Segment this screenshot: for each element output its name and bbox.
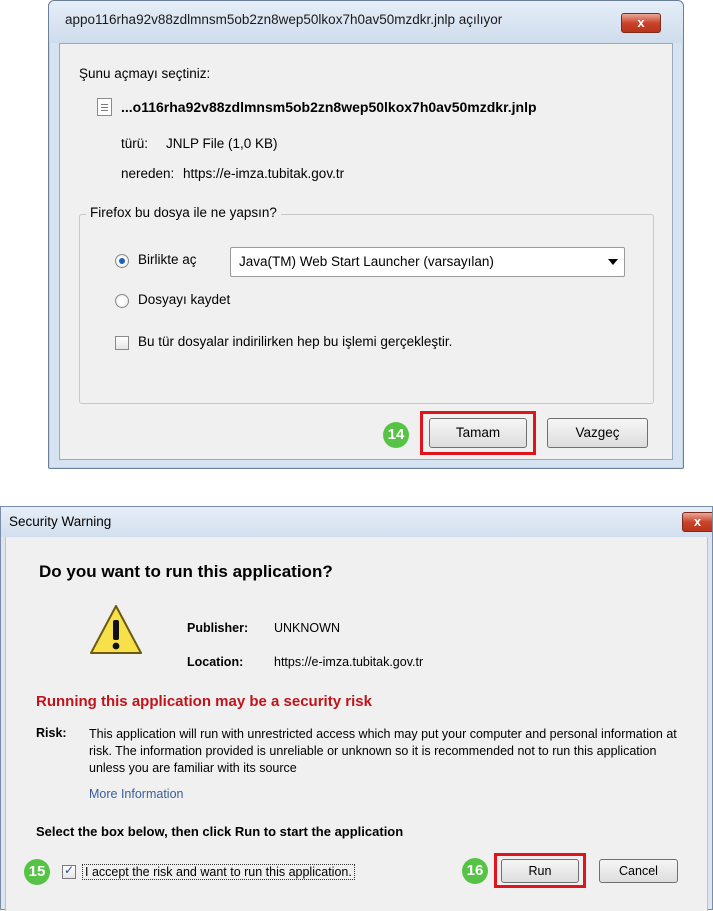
file-source-label: nereden: xyxy=(121,166,175,181)
dialog-body: Şunu açmayı seçtiniz: ...o116rha92v88zdl… xyxy=(59,43,673,460)
dialog-titlebar[interactable]: appo116rha92v88zdlmnsm5ob2zn8wep50lkox7h… xyxy=(49,1,683,43)
risk-heading: Running this application may be a securi… xyxy=(36,693,372,710)
application-select-value: Java(TM) Web Start Launcher (varsayılan) xyxy=(239,254,494,269)
run-button[interactable]: Run xyxy=(501,859,579,883)
location-value: https://e-imza.tubitak.gov.tr xyxy=(274,655,424,669)
save-file-label[interactable]: Dosyayı kaydet xyxy=(138,292,230,307)
step-badge-14: 14 xyxy=(383,422,409,448)
open-with-radio[interactable] xyxy=(115,254,129,268)
file-source-value: https://e-imza.tubitak.gov.tr xyxy=(183,166,345,181)
close-icon: x xyxy=(693,514,702,529)
dropdown-arrow-icon xyxy=(608,259,618,265)
cancel-button[interactable]: Vazgeç xyxy=(547,418,648,448)
close-button[interactable]: x xyxy=(621,13,661,33)
application-select[interactable]: Java(TM) Web Start Launcher (varsayılan) xyxy=(230,247,625,277)
close-button[interactable]: x xyxy=(682,512,712,532)
security-warning-dialog: Security Warning x Do you want to run th… xyxy=(0,506,713,911)
step-badge-15: 15 xyxy=(24,859,50,885)
dialog-titlebar[interactable]: Security Warning x xyxy=(1,507,712,537)
warning-icon xyxy=(90,605,142,654)
location-label: Location: xyxy=(187,655,244,669)
groupbox-title: Firefox bu dosya ile ne yapsın? xyxy=(86,205,281,220)
run-instruction: Select the box below, then click Run to … xyxy=(36,824,404,839)
open-prompt: Şunu açmayı seçtiniz: xyxy=(79,66,211,81)
risk-description: This application will run with unrestric… xyxy=(89,727,677,775)
action-groupbox xyxy=(79,214,654,404)
more-information-link[interactable]: More Information xyxy=(89,787,183,801)
file-name: ...o116rha92v88zdlmnsm5ob2zn8wep50lkox7h… xyxy=(121,99,537,115)
firefox-open-dialog: appo116rha92v88zdlmnsm5ob2zn8wep50lkox7h… xyxy=(48,0,684,469)
open-with-label[interactable]: Birlikte aç xyxy=(138,252,197,267)
publisher-label: Publisher: xyxy=(187,621,249,635)
file-type-value: JNLP File (1,0 KB) xyxy=(166,136,278,151)
ok-button[interactable]: Tamam xyxy=(429,418,527,448)
always-do-checkbox[interactable] xyxy=(115,336,129,350)
always-do-label[interactable]: Bu tür dosyalar indirilirken hep bu işle… xyxy=(138,334,452,349)
cancel-button[interactable]: Cancel xyxy=(599,859,678,883)
save-file-radio[interactable] xyxy=(115,294,129,308)
dialog-title: appo116rha92v88zdlmnsm5ob2zn8wep50lkox7h… xyxy=(65,12,503,27)
publisher-value: UNKNOWN xyxy=(274,621,340,635)
accept-risk-label[interactable]: I accept the risk and want to run this a… xyxy=(82,864,355,880)
dialog-title: Security Warning xyxy=(9,514,112,529)
file-icon xyxy=(97,98,112,116)
step-badge-16: 16 xyxy=(462,858,488,884)
file-type-label: türü: xyxy=(121,136,149,151)
risk-label: Risk: xyxy=(36,726,67,740)
dialog-body: Do you want to run this application? Pub… xyxy=(5,537,708,911)
dialog-heading: Do you want to run this application? xyxy=(39,562,333,581)
accept-risk-checkbox[interactable] xyxy=(62,863,76,879)
close-icon: x xyxy=(637,15,645,30)
